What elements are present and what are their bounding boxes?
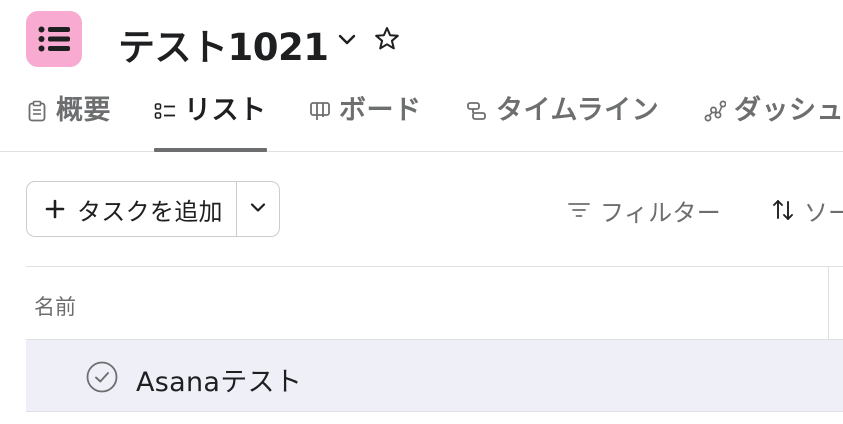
check-circle-icon[interactable] bbox=[86, 361, 118, 393]
tab-timeline[interactable]: タイムライン bbox=[466, 92, 659, 152]
dashboard-icon bbox=[704, 100, 727, 122]
chevron-down-icon[interactable] bbox=[336, 28, 358, 50]
chevron-down-icon bbox=[248, 197, 268, 221]
task-list-table: 名前 Asanaテスト bbox=[26, 266, 843, 424]
clipboard-icon bbox=[26, 100, 48, 122]
tab-label: タイムライン bbox=[496, 95, 660, 126]
table-row[interactable]: Asanaテスト bbox=[26, 340, 843, 412]
star-icon[interactable] bbox=[373, 25, 401, 53]
project-title[interactable]: テスト1021 bbox=[118, 17, 329, 71]
tab-list[interactable]: リスト bbox=[154, 92, 267, 152]
sort-label: ソー bbox=[804, 198, 843, 227]
sort-button[interactable]: ソー bbox=[770, 192, 843, 228]
project-tabs: 概要 リスト ボード タイムライン ダッシュ bbox=[0, 80, 843, 152]
filter-label: フィルター bbox=[600, 198, 722, 227]
filter-icon bbox=[566, 197, 592, 223]
tab-board[interactable]: ボード bbox=[309, 92, 422, 152]
add-task-dropdown[interactable] bbox=[237, 182, 279, 236]
tab-label: ボード bbox=[339, 95, 422, 126]
add-task-button[interactable]: タスクを追加 bbox=[27, 182, 237, 236]
list-toolbar: タスクを追加 フィルター ソー bbox=[0, 152, 843, 266]
tab-dashboard[interactable]: ダッシュ bbox=[704, 92, 843, 152]
filter-button[interactable]: フィルター bbox=[566, 192, 721, 228]
project-header: テスト1021 bbox=[0, 0, 843, 80]
add-task-split-button: タスクを追加 bbox=[26, 181, 280, 237]
table-header-row: 名前 bbox=[26, 266, 843, 340]
tab-label: 概要 bbox=[56, 95, 111, 126]
plus-icon bbox=[45, 199, 65, 219]
column-header-name[interactable]: 名前 bbox=[34, 291, 76, 321]
sort-icon bbox=[770, 197, 796, 223]
add-task-label: タスクを追加 bbox=[77, 197, 223, 226]
list-bullets-icon bbox=[154, 100, 176, 122]
tab-label: ダッシュ bbox=[734, 95, 843, 126]
board-icon bbox=[309, 100, 331, 122]
timeline-icon bbox=[466, 100, 488, 122]
project-list-icon[interactable] bbox=[26, 11, 82, 67]
tab-label: リスト bbox=[184, 95, 267, 126]
task-name[interactable]: Asanaテスト bbox=[136, 360, 302, 399]
tab-overview[interactable]: 概要 bbox=[26, 92, 111, 152]
